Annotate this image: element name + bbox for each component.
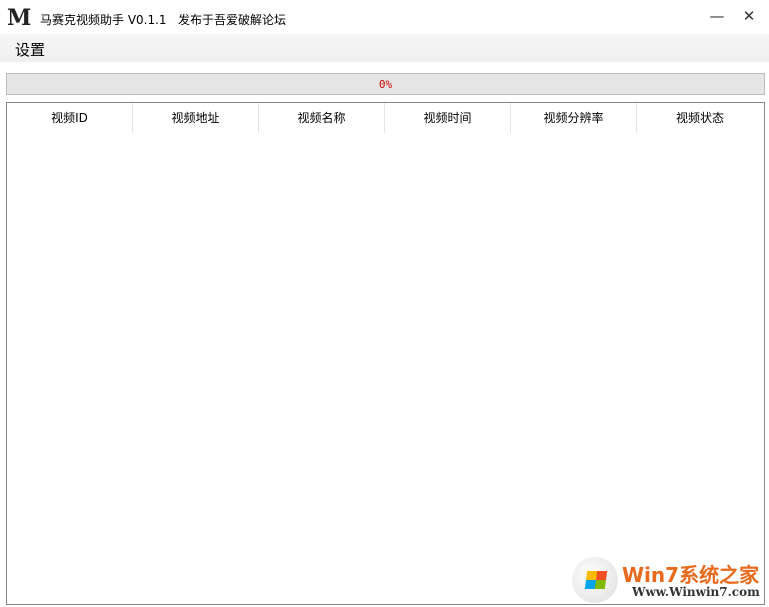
title-bar: M 马赛克视频助手 V0.1.1 发布于吾爱破解论坛 — ✕ — [0, 0, 769, 34]
app-logo-icon: M — [7, 5, 31, 31]
minimize-button[interactable]: — — [702, 4, 732, 28]
watermark-title: Win7系统之家 — [622, 563, 760, 587]
column-header-video-url[interactable]: 视频地址 — [133, 103, 259, 133]
close-button[interactable]: ✕ — [734, 4, 764, 28]
column-header-video-name[interactable]: 视频名称 — [259, 103, 385, 133]
watermark-logo: Win7系统之家 Www.Winwin7.com — [572, 555, 767, 605]
watermark-url: Www.Winwin7.com — [632, 585, 760, 599]
column-header-video-time[interactable]: 视频时间 — [385, 103, 511, 133]
progress-label: 0% — [378, 78, 393, 91]
windows-logo-icon — [572, 557, 618, 603]
menu-settings[interactable]: 设置 — [15, 39, 45, 60]
video-list-table[interactable]: 视频ID 视频地址 视频名称 视频时间 视频分辨率 视频状态 — [6, 102, 765, 605]
progress-bar: 0% — [6, 73, 765, 95]
column-header-video-status[interactable]: 视频状态 — [637, 103, 763, 133]
column-header-video-id[interactable]: 视频ID — [7, 103, 133, 133]
window-title: 马赛克视频助手 V0.1.1 发布于吾爱破解论坛 — [40, 13, 287, 27]
column-header-video-resolution[interactable]: 视频分辨率 — [511, 103, 637, 133]
menu-bar: 设置 — [0, 34, 769, 62]
table-header: 视频ID 视频地址 视频名称 视频时间 视频分辨率 视频状态 — [7, 103, 764, 133]
